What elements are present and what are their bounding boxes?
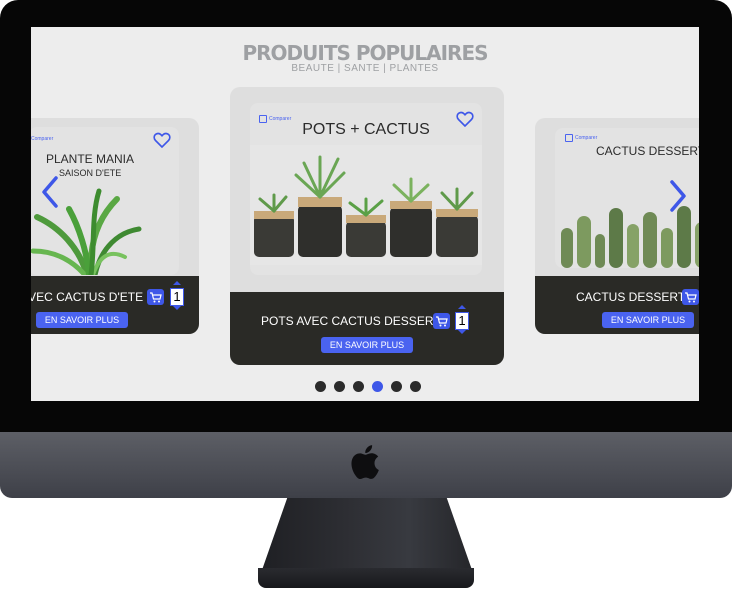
qty-down-arrow[interactable] bbox=[173, 306, 181, 310]
product-name: AVEC CACTUS D'ETE bbox=[31, 290, 144, 304]
chevron-left-icon[interactable] bbox=[41, 176, 59, 208]
compare-label: Comparer bbox=[31, 136, 54, 142]
product-card-center[interactable]: Comparer POTS + CACTUS POTS AVEC CACTUS … bbox=[230, 87, 504, 365]
learn-more-button[interactable]: EN SAVOIR PLUS bbox=[36, 312, 128, 328]
qty-up-arrow[interactable] bbox=[173, 281, 181, 285]
compare-checkbox[interactable] bbox=[565, 134, 573, 142]
cart-icon[interactable] bbox=[682, 289, 699, 305]
product-name: POTS AVEC CACTUS DESSERT bbox=[261, 314, 441, 328]
monitor-chin bbox=[0, 432, 732, 498]
screen: PRODUITS POPULAIRES BEAUTE | SANTE | PLA… bbox=[31, 27, 699, 401]
heart-icon[interactable] bbox=[456, 111, 474, 127]
chevron-right-icon[interactable] bbox=[669, 180, 687, 212]
carousel-dot[interactable] bbox=[334, 381, 345, 392]
card-title: POTS + CACTUS bbox=[302, 121, 430, 138]
carousel-dot[interactable] bbox=[372, 381, 383, 392]
monitor-stand-neck bbox=[262, 498, 472, 570]
card-footer: POTS AVEC CACTUS DESSERT 1 EN SAVOIR PLU… bbox=[230, 292, 504, 365]
product-name: CACTUS DESSERT bbox=[576, 290, 686, 304]
quantity-field[interactable]: 1 bbox=[170, 288, 184, 306]
qty-up-arrow[interactable] bbox=[458, 305, 466, 309]
learn-more-button[interactable]: EN SAVOIR PLUS bbox=[602, 312, 694, 328]
carousel-dot[interactable] bbox=[315, 381, 326, 392]
cactus-jars-image bbox=[250, 145, 482, 265]
cart-icon[interactable] bbox=[433, 313, 450, 329]
page-subtitle: BEAUTE | SANTE | PLANTES bbox=[291, 63, 439, 74]
monitor-stand-base bbox=[258, 568, 474, 588]
qty-down-arrow[interactable] bbox=[458, 330, 466, 334]
card-footer: AVEC CACTUS D'ETE 1 EN SAVOIR PLUS bbox=[31, 276, 199, 334]
compare-label: Comparer bbox=[575, 135, 598, 141]
card-footer: CACTUS DESSERT EN SAVOIR PLUS bbox=[535, 276, 699, 334]
learn-more-button[interactable]: EN SAVOIR PLUS bbox=[321, 337, 413, 353]
product-card-right[interactable]: Comparer CACTUS DESSERT CACTUS DESSERT E… bbox=[535, 118, 699, 334]
carousel-dot[interactable] bbox=[353, 381, 364, 392]
card-title: CACTUS DESSERT bbox=[596, 144, 699, 158]
page-title: PRODUITS POPULAIRES bbox=[242, 41, 488, 65]
card-subtitle: SAISON D'ETE bbox=[59, 168, 122, 178]
carousel-dot[interactable] bbox=[391, 381, 402, 392]
card-title: PLANTE MANIA bbox=[46, 152, 135, 166]
carousel-dot[interactable] bbox=[410, 381, 421, 392]
cart-icon[interactable] bbox=[147, 289, 164, 305]
heart-icon[interactable] bbox=[153, 132, 171, 148]
quantity-field[interactable]: 1 bbox=[455, 312, 469, 330]
apple-logo-icon bbox=[351, 445, 379, 480]
product-card-left[interactable]: Comparer PLANTE MANIA SAISON D'ETE AVEC … bbox=[31, 118, 199, 334]
product-image-area: Comparer POTS + CACTUS bbox=[250, 103, 482, 275]
